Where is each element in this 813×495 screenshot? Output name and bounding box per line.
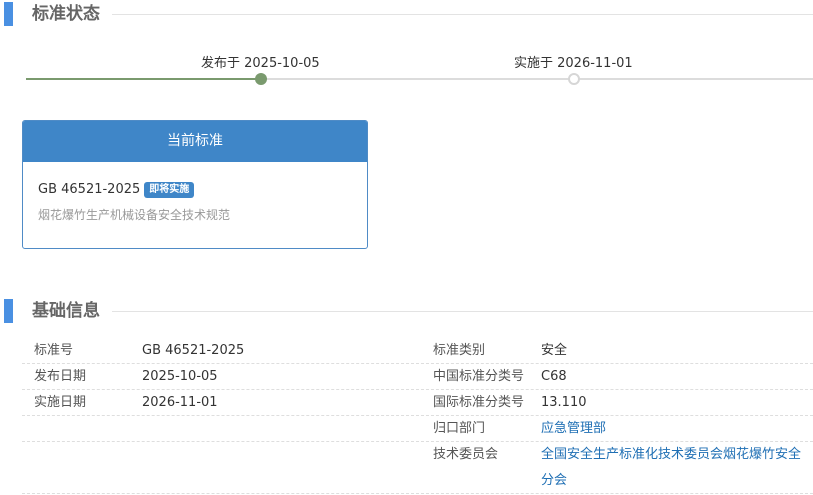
table-row: 技术委员会 全国安全生产标准化技术委员会烟花爆竹安全分会 [22, 442, 813, 494]
table-row: 标准号 GB 46521-2025 标准类别 安全 [22, 338, 813, 364]
basic-info-table: 标准号 GB 46521-2025 标准类别 安全 发布日期 2025-10-0… [22, 338, 813, 494]
current-standard-card[interactable]: 当前标准 GB 46521-2025 即将实施 烟花爆竹生产机械设备安全技术规范 [22, 120, 368, 249]
department-link[interactable]: 应急管理部 [541, 416, 606, 442]
section-accent-bar [4, 2, 13, 26]
table-row: 发布日期 2025-10-05 中国标准分类号 C68 [22, 364, 813, 390]
standard-name: 烟花爆竹生产机械设备安全技术规范 [38, 208, 231, 222]
section-divider [112, 14, 813, 15]
field-label: 国际标准分类号 [433, 395, 525, 410]
field-value: 2025-10-05 [142, 369, 218, 384]
field-value: 安全 [541, 343, 568, 358]
field-label: 归口部门 [433, 421, 486, 436]
field-value: GB 46521-2025 [142, 343, 245, 358]
field-label: 发布日期 [34, 369, 87, 384]
status-section-title: 标准状态 [32, 4, 100, 24]
field-label: 实施日期 [34, 395, 87, 410]
field-label: 标准类别 [433, 343, 486, 358]
effective-date-label: 实施于 2026-11-01 [514, 56, 633, 71]
effective-milestone-dot [568, 73, 580, 85]
status-badge: 即将实施 [144, 182, 195, 198]
status-section-header: 标准状态 [0, 2, 813, 28]
committee-link[interactable]: 全国安全生产标准化技术委员会烟花爆竹安全分会 [541, 442, 813, 494]
published-date-label: 发布于 2025-10-05 [201, 56, 320, 71]
section-accent-bar [4, 299, 13, 323]
field-value: C68 [541, 369, 567, 384]
section-divider [112, 311, 813, 312]
basic-info-section-title: 基础信息 [32, 301, 100, 321]
current-standard-card-header: 当前标准 [23, 121, 367, 162]
field-value: 2026-11-01 [142, 395, 218, 410]
basic-info-section-header: 基础信息 [0, 299, 813, 325]
timeline-progress [26, 78, 261, 80]
field-label: 技术委员会 [433, 447, 499, 462]
standard-code: GB 46521-2025 [38, 182, 141, 197]
table-row: 实施日期 2026-11-01 国际标准分类号 13.110 [22, 390, 813, 416]
field-label: 标准号 [34, 343, 74, 358]
status-timeline: 发布于 2025-10-05 实施于 2026-11-01 [0, 48, 813, 88]
table-row: 归口部门 应急管理部 [22, 416, 813, 442]
published-milestone-dot [255, 73, 267, 85]
field-label: 中国标准分类号 [433, 369, 525, 384]
standard-code-row: GB 46521-2025 即将实施 [38, 182, 195, 198]
field-value: 13.110 [541, 395, 587, 410]
